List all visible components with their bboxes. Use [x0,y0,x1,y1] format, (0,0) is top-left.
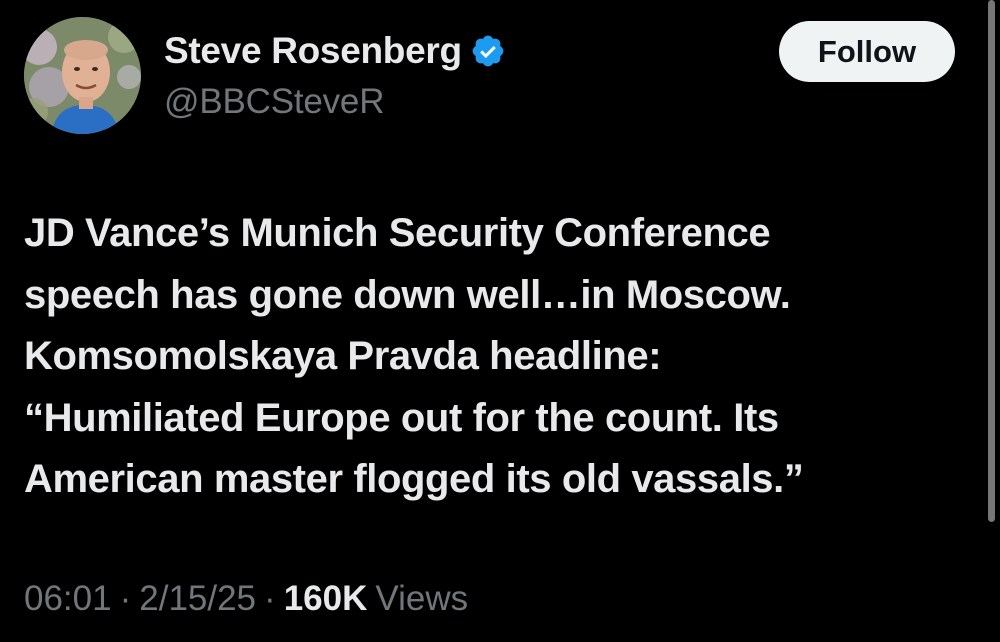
author-info: Steve Rosenberg @BBCSteveR [164,28,506,122]
scrollbar[interactable] [988,0,995,522]
tweet-text-line: American master flogged its old vassals.… [24,457,804,501]
views-count[interactable]: 160K [284,579,368,619]
avatar-photo-icon [24,17,141,134]
tweet-text-line: JD Vance’s Munich Security Conference [24,211,771,255]
views-label[interactable]: Views [375,579,468,619]
verified-badge-icon[interactable] [470,33,506,69]
tweet-text: JD Vance’s Munich Security Conference sp… [24,203,964,511]
tweet: Steve Rosenberg @BBCSteveR Follow JD Van… [0,0,1000,642]
meta-separator: · [119,579,132,618]
tweet-meta: 06:01 · 2/15/25 · 160K Views [24,579,468,619]
meta-separator: · [264,579,276,618]
avatar[interactable] [24,17,141,134]
tweet-time[interactable]: 06:01 [24,579,112,619]
name-row: Steve Rosenberg [164,28,506,74]
display-name[interactable]: Steve Rosenberg [164,30,462,72]
follow-button[interactable]: Follow [779,21,955,82]
tweet-text-line: speech has gone down well…in Moscow. [24,272,791,317]
tweet-text-line: Komsomolskaya Pravda headline: [24,334,662,378]
tweet-text-line: “Humiliated Europe out for the count. It… [24,395,779,440]
tweet-date[interactable]: 2/15/25 [139,579,256,619]
handle[interactable]: @BBCSteveR [164,82,506,122]
